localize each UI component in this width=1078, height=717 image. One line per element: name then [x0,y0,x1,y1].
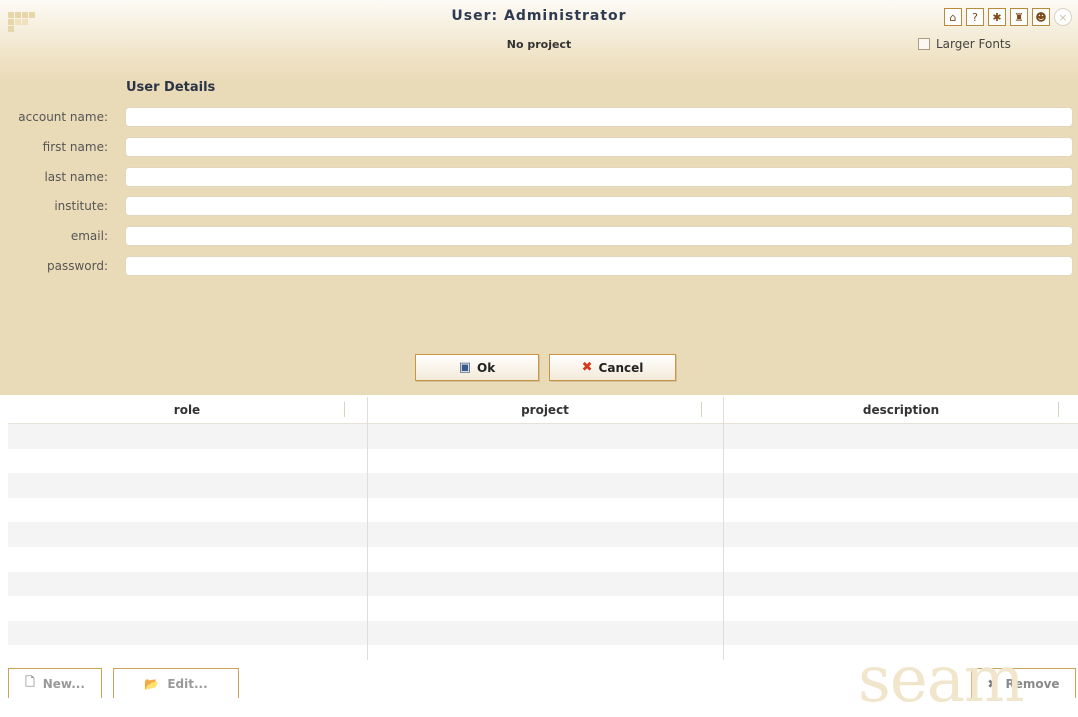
ok-label: Ok [477,360,496,375]
last-name-label: last name: [44,170,108,184]
institute-label: institute: [54,199,108,213]
column-resize-handle[interactable] [701,402,702,417]
table-row[interactable] [8,498,1078,523]
edit-label: Edit... [167,676,208,691]
email-label: email: [70,229,108,243]
bug-report-icon[interactable]: ♜ [1010,8,1028,26]
help-icon[interactable]: ? [966,8,984,26]
new-label: New... [42,676,85,691]
new-document-icon: 🗋 [25,675,35,689]
table-body [8,424,1078,660]
form-row-password: password: [0,256,1078,278]
table-row[interactable] [8,522,1078,547]
cancel-icon: ✖ [581,360,593,375]
cancel-button[interactable]: ✖ Cancel [549,354,676,381]
column-header-project[interactable]: project [367,397,723,423]
section-title: User Details [126,80,216,95]
column-divider [367,397,368,660]
form-row-last-name: last name: [0,167,1078,189]
column-resize-handle[interactable] [1058,402,1059,417]
home-icon[interactable]: ⌂ [944,8,962,26]
password-field[interactable] [125,256,1073,276]
users-icon[interactable]: ☻ [1032,8,1050,26]
page-title: User: Administrator [451,8,627,24]
larger-fonts-label: Larger Fonts [936,37,1011,51]
seam-watermark-logo: seam [858,643,1025,717]
project-subtitle: No project [506,38,572,51]
column-resize-handle[interactable] [344,402,345,417]
cancel-label: Cancel [598,360,644,375]
account-name-label: account name: [18,110,108,124]
column-header-description[interactable]: description [724,397,1078,423]
table-row[interactable] [8,473,1078,498]
close-icon[interactable]: × [1054,8,1072,26]
last-name-field[interactable] [125,167,1073,187]
edit-button[interactable]: 📂 Edit... [113,668,239,698]
table-row[interactable] [8,596,1078,621]
ok-button[interactable]: ▣ Ok [415,354,539,381]
table-row[interactable] [8,424,1078,449]
first-name-label: first name: [42,140,108,154]
bug-icon[interactable]: ✱ [988,8,1006,26]
password-label: password: [46,259,108,273]
folder-open-icon: 📂 [144,676,160,691]
table-header: role project description [8,397,1078,424]
account-name-field[interactable] [125,107,1073,127]
first-name-field[interactable] [125,137,1073,157]
header-panel: User: Administrator No project ⌂ ? ✱ ♜ ☻… [0,0,1078,395]
column-header-role[interactable]: role [8,397,366,423]
save-icon: ▣ [458,360,472,375]
form-row-first-name: first name: [0,137,1078,159]
table-row[interactable] [8,620,1078,646]
new-button[interactable]: 🗋 New... [8,668,102,698]
table-row[interactable] [8,449,1078,474]
email-field[interactable] [125,226,1073,246]
form-row-email: email: [0,226,1078,248]
toolbar-icons: ⌂ ? ✱ ♜ ☻ × [944,8,1072,26]
larger-fonts-toggle[interactable]: Larger Fonts [918,37,1011,51]
column-divider [723,397,724,660]
table-row[interactable] [8,571,1078,597]
form-row-institute: institute: [0,196,1078,218]
larger-fonts-checkbox[interactable] [918,38,930,50]
form-row-account-name: account name: [0,107,1078,129]
institute-field[interactable] [125,196,1073,216]
table-row[interactable] [8,547,1078,572]
